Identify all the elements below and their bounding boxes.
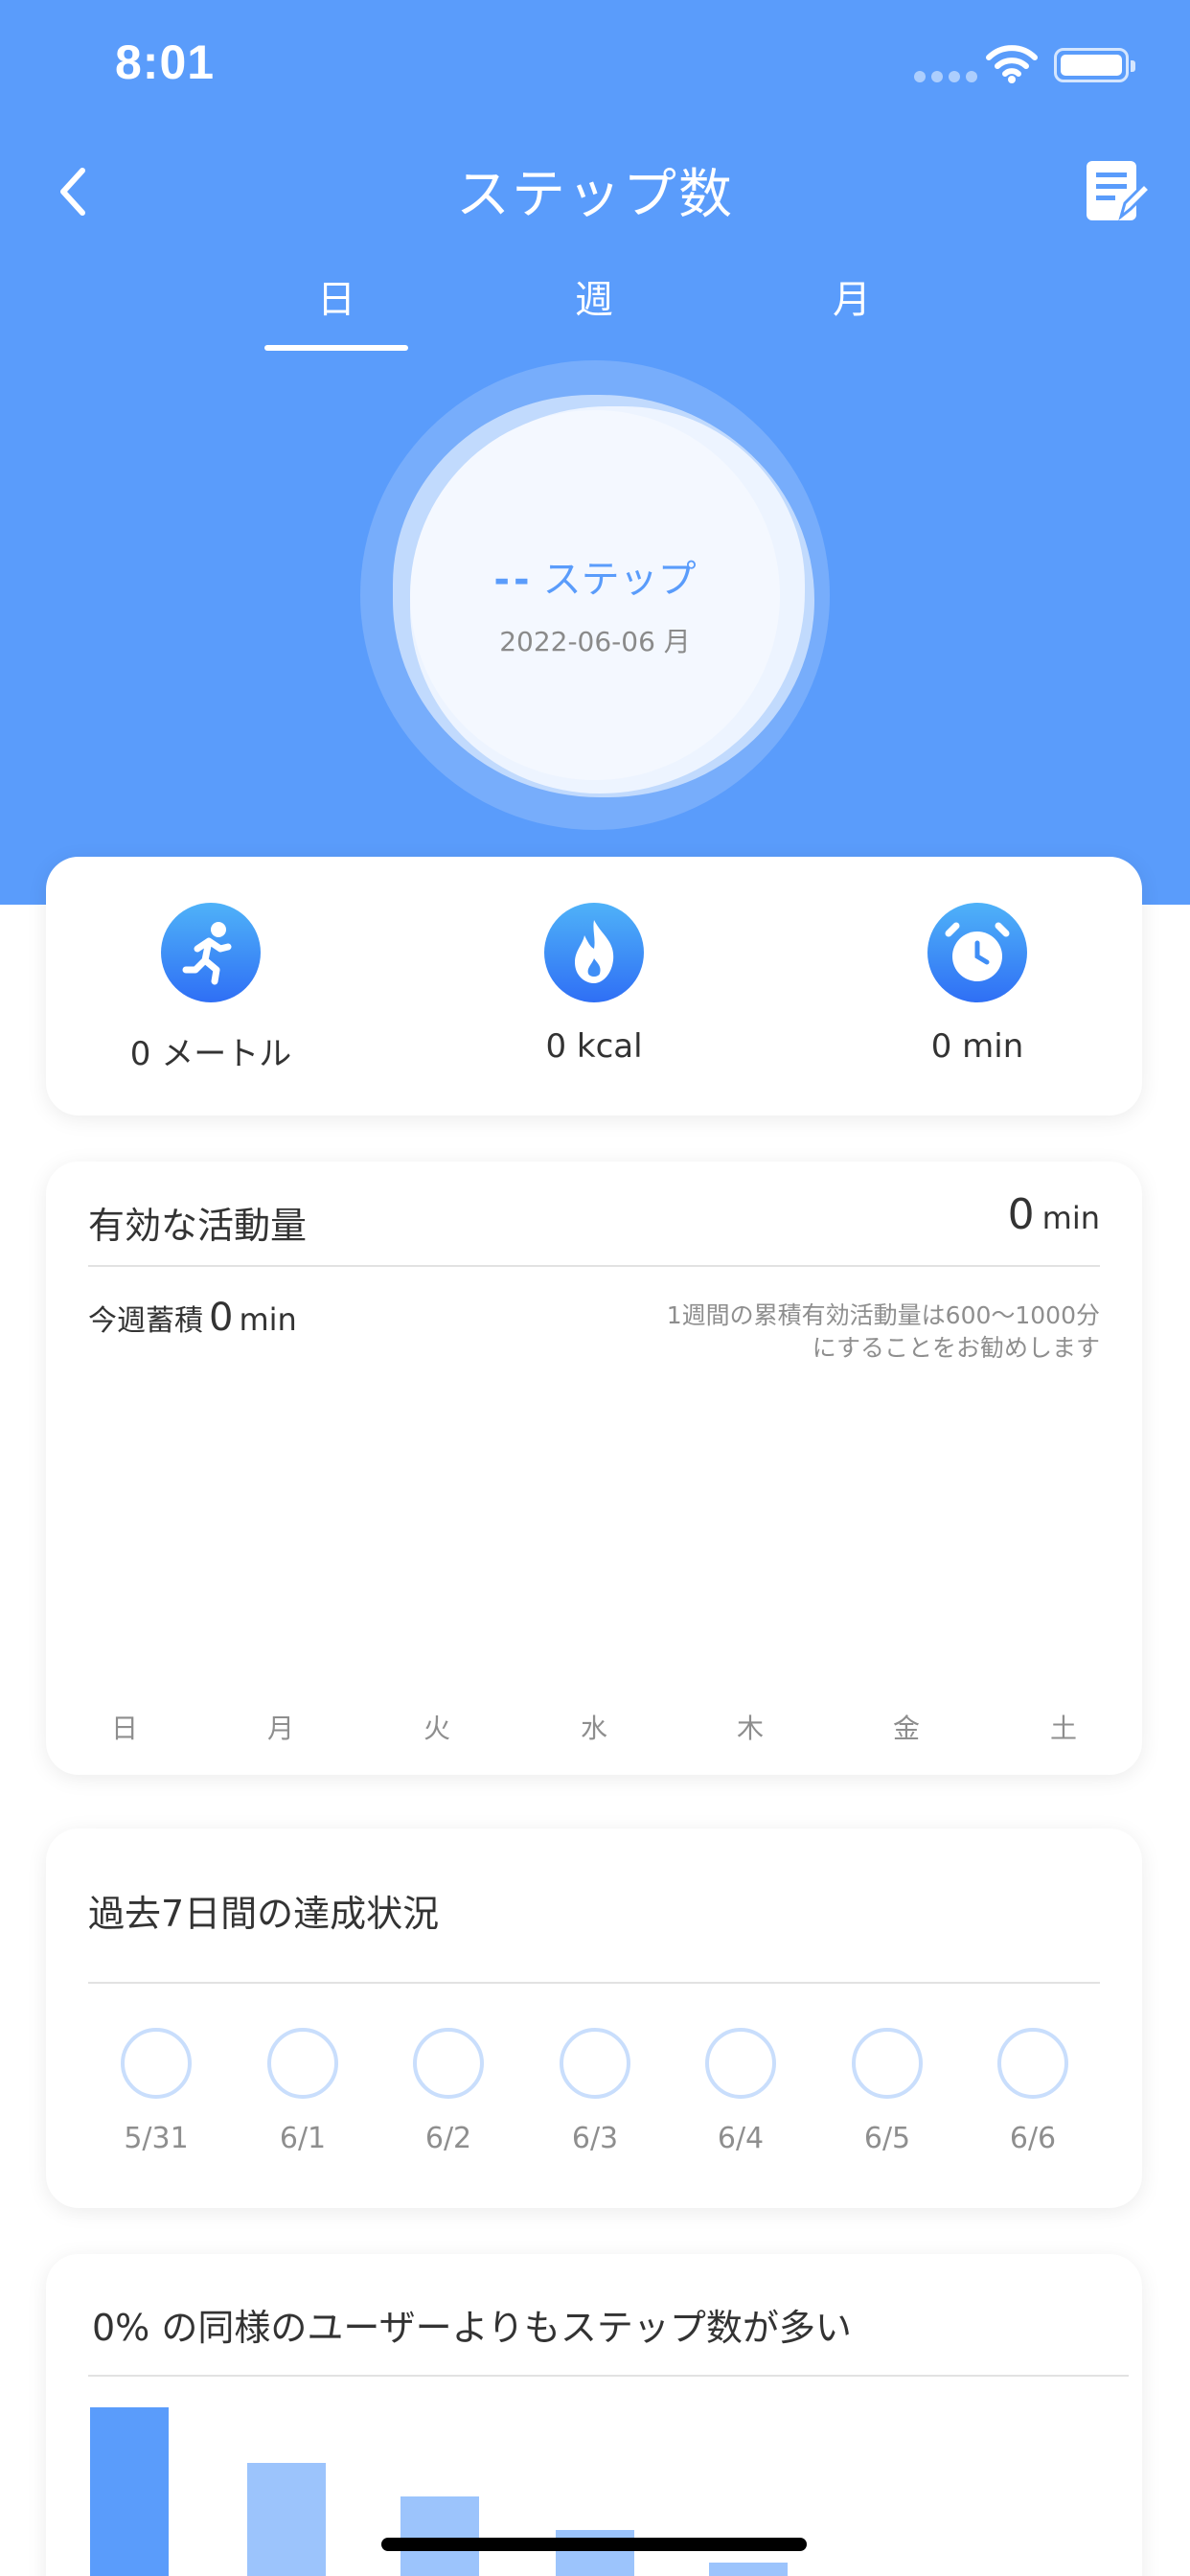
weekday-label: 月 xyxy=(266,1713,294,1744)
divider xyxy=(88,2375,1129,2377)
weekly-total: 今週蓄積 0 min xyxy=(88,1296,297,1340)
day-achievement[interactable]: 5/31 xyxy=(99,2028,214,2155)
weekday-label: 金 xyxy=(892,1713,920,1744)
weekly-total-value: 0 xyxy=(209,1296,234,1340)
duration-label: 0 min xyxy=(930,1027,1024,1066)
achievement-ring xyxy=(705,2028,776,2099)
steps-value: -- xyxy=(493,558,534,602)
day-label: 6/3 xyxy=(571,2122,619,2155)
steps-date: 2022-06-06 月 xyxy=(499,626,691,657)
comparison-title: 0% の同様のユーザーよりもステップ数が多い xyxy=(92,2307,852,2349)
distance-label: 0 メートル xyxy=(129,1035,292,1073)
achievement-ring xyxy=(267,2028,338,2099)
day-achievement[interactable]: 6/3 xyxy=(538,2028,652,2155)
day-label: 6/1 xyxy=(279,2122,327,2155)
distance-stat: 0 メートル xyxy=(67,903,355,1074)
active-time-title: 有効な活動量 xyxy=(88,1205,308,1247)
navigation-bar: ステップ数 xyxy=(0,134,1190,249)
calorie-stat: 0 kcal xyxy=(450,903,738,1066)
distribution-bar xyxy=(90,2407,169,2576)
battery-icon xyxy=(1054,48,1135,82)
day-achievement[interactable]: 6/1 xyxy=(245,2028,360,2155)
stats-card: 0 メートル 0 kcal 0 min xyxy=(46,857,1142,1116)
status-time: 8:01 xyxy=(115,35,216,89)
achievement-ring xyxy=(560,2028,630,2099)
weekday-label: 木 xyxy=(736,1713,764,1744)
achievement-title: 過去7日間の達成状況 xyxy=(88,1893,440,1935)
running-icon xyxy=(161,903,261,1002)
weekly-advice-line: 1週間の累積有効活動量は600～1000分 xyxy=(666,1301,1100,1329)
weekly-total-prefix: 今週蓄積 xyxy=(88,1304,203,1338)
achievement-ring xyxy=(852,2028,923,2099)
achievement-ring xyxy=(121,2028,192,2099)
flame-icon xyxy=(544,903,644,1002)
tab-month[interactable]: 月 xyxy=(780,268,924,337)
day-label: 6/6 xyxy=(1009,2122,1057,2155)
distribution-bar xyxy=(400,2496,479,2576)
period-tabs: 日 週 月 xyxy=(0,268,1190,351)
achievement-ring xyxy=(997,2028,1068,2099)
steps-unit: ステップ xyxy=(542,558,697,602)
active-time-card: 有効な活動量 0 min 今週蓄積 0 min 1週間の累積有効活動量は600～100… xyxy=(46,1162,1142,1775)
weekday-label: 日 xyxy=(110,1713,138,1744)
weekday-label: 土 xyxy=(1049,1713,1077,1744)
edit-note-icon[interactable] xyxy=(1083,157,1152,226)
cellular-signal-icon xyxy=(914,71,977,82)
wifi-icon xyxy=(986,45,1038,83)
weekday-label: 水 xyxy=(580,1713,607,1744)
weekly-total-unit: min xyxy=(239,1301,297,1338)
duration-stat: 0 min xyxy=(834,903,1121,1066)
day-label: 6/4 xyxy=(717,2122,765,2155)
day-label: 5/31 xyxy=(124,2122,189,2155)
active-time-unit: min xyxy=(1041,1200,1100,1236)
day-achievement[interactable]: 6/5 xyxy=(830,2028,945,2155)
day-label: 6/5 xyxy=(863,2122,911,2155)
steps-count: -- ステップ xyxy=(360,548,830,604)
seven-day-achievement-card: 過去7日間の達成状況 5/31 6/1 6/2 6/3 6/4 6/5 6/6 xyxy=(46,1828,1142,2208)
day-achievement[interactable]: 6/6 xyxy=(975,2028,1090,2155)
page-title: ステップ数 xyxy=(456,164,734,226)
divider xyxy=(88,1265,1100,1267)
day-achievement[interactable]: 6/2 xyxy=(391,2028,506,2155)
tab-week[interactable]: 週 xyxy=(522,268,666,337)
day-achievement[interactable]: 6/4 xyxy=(683,2028,798,2155)
distribution-bar xyxy=(709,2563,788,2576)
active-time-number: 0 xyxy=(1007,1190,1035,1239)
weekly-advice-line: にすることをお勧めします xyxy=(812,1333,1100,1362)
user-comparison-card: 0% の同様のユーザーよりもステップ数が多い xyxy=(46,2254,1142,2576)
weekly-advice: 1週間の累積有効活動量は600～1000分にすることをお勧めします xyxy=(563,1300,1100,1365)
achievement-ring xyxy=(413,2028,484,2099)
day-label: 6/2 xyxy=(424,2122,472,2155)
status-bar: 8:01 xyxy=(0,0,1190,134)
distribution-bar xyxy=(247,2463,326,2576)
tab-day[interactable]: 日 xyxy=(264,268,408,351)
active-time-value: 0 min xyxy=(1008,1190,1100,1239)
divider xyxy=(88,1982,1100,1984)
weekday-label: 火 xyxy=(423,1713,450,1744)
home-indicator xyxy=(381,2538,807,2551)
calorie-label: 0 kcal xyxy=(545,1027,643,1066)
alarm-clock-icon xyxy=(927,903,1027,1002)
